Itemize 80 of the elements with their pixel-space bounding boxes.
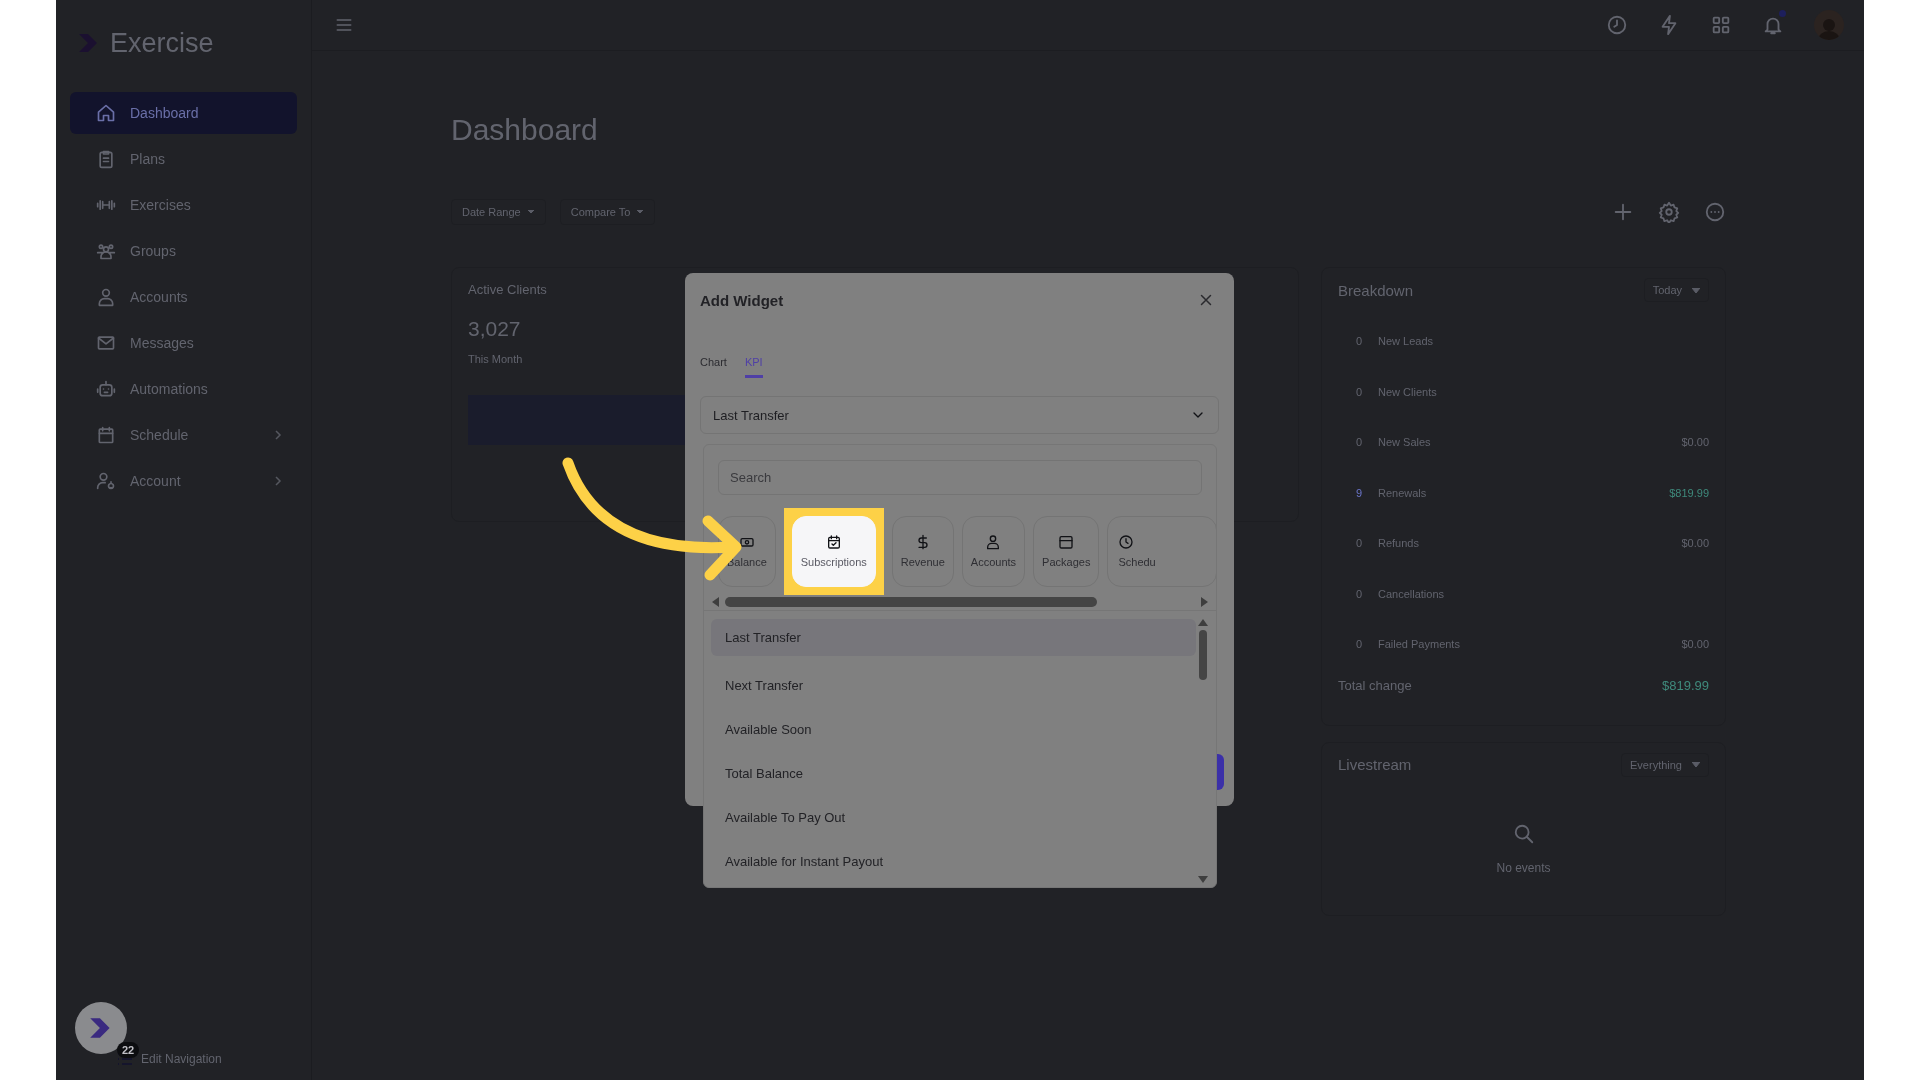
people-icon bbox=[96, 241, 116, 261]
row-count: 0 bbox=[1355, 385, 1364, 398]
empty-message: No events bbox=[1496, 860, 1551, 875]
sidebar-item[interactable]: Schedule bbox=[70, 414, 297, 456]
home-icon bbox=[96, 103, 116, 123]
row-count: 0 bbox=[1355, 638, 1364, 651]
dialog-title: Add Widget bbox=[700, 291, 784, 309]
box-icon bbox=[1058, 534, 1075, 551]
row-label: New Clients bbox=[1378, 385, 1438, 398]
row-count: 0 bbox=[1355, 537, 1364, 550]
sidebar-item[interactable]: Exercises bbox=[70, 184, 297, 226]
grid-icon[interactable] bbox=[1710, 14, 1732, 36]
row-count: 0 bbox=[1355, 587, 1364, 600]
tab[interactable]: Chart bbox=[700, 355, 727, 378]
row-value: $0.00 bbox=[1681, 436, 1709, 449]
category-tile[interactable]: Packages bbox=[1033, 515, 1100, 587]
total-value: $819.99 bbox=[1662, 677, 1709, 693]
person-icon bbox=[96, 287, 116, 307]
row-label: New Leads bbox=[1378, 335, 1435, 348]
row-label: Failed Payments bbox=[1378, 638, 1461, 651]
period-label: This Month bbox=[468, 353, 523, 365]
row-label: Cancellations bbox=[1378, 587, 1446, 600]
kpi-value: 3,027 bbox=[468, 317, 521, 341]
more-icon[interactable] bbox=[1704, 201, 1726, 223]
search-icon bbox=[1512, 822, 1535, 845]
clock-icon[interactable] bbox=[1606, 14, 1628, 36]
search-field[interactable]: Search bbox=[718, 460, 1202, 496]
sidebar-item[interactable]: Groups bbox=[70, 230, 297, 272]
caret-icon bbox=[526, 209, 535, 215]
row-value: $0.00 bbox=[1681, 638, 1709, 651]
row-label: Refunds bbox=[1378, 537, 1420, 550]
dropdown-option[interactable]: Last Transfer bbox=[711, 619, 1196, 656]
sidebar-item[interactable]: Automations bbox=[70, 368, 297, 410]
sidebar-item[interactable]: Dashboard bbox=[70, 92, 297, 134]
category-tile[interactable]: Accounts bbox=[961, 515, 1026, 587]
clock-icon bbox=[1118, 534, 1135, 551]
person-gear-icon bbox=[96, 471, 116, 491]
dropdown-option[interactable]: Available for Instant Payout bbox=[711, 839, 1196, 883]
panel-title: Breakdown bbox=[1338, 281, 1414, 299]
filter-dropdown[interactable]: Everything bbox=[1621, 752, 1709, 777]
envelope-icon bbox=[96, 333, 116, 353]
caret-icon bbox=[1692, 287, 1700, 293]
dropdown-option[interactable]: Next Transfer bbox=[711, 663, 1196, 707]
row-label: Renewals bbox=[1378, 486, 1428, 499]
filter-dropdown[interactable]: Date Range bbox=[451, 199, 546, 225]
row-count: 0 bbox=[1355, 335, 1364, 348]
range-dropdown[interactable]: Today bbox=[1643, 278, 1709, 302]
category-tile[interactable]: Subscriptions bbox=[791, 515, 876, 587]
plus-icon[interactable] bbox=[1612, 201, 1634, 223]
robot-icon bbox=[96, 379, 116, 399]
panel-title: Livestream bbox=[1338, 756, 1412, 773]
category-tile[interactable]: Revenue bbox=[891, 515, 954, 587]
calendar-check-icon bbox=[825, 534, 842, 551]
vertical-scrollbar[interactable] bbox=[1196, 619, 1210, 883]
row-value: $0.00 bbox=[1681, 537, 1709, 550]
filter-dropdown[interactable]: Compare To bbox=[559, 199, 656, 225]
count-badge: 22 bbox=[117, 1042, 140, 1058]
tab[interactable]: KPI bbox=[744, 355, 763, 378]
settings-icon[interactable] bbox=[1658, 201, 1680, 223]
dropdown-option[interactable]: Available To Pay Out bbox=[711, 795, 1196, 839]
sidebar-item[interactable]: Messages bbox=[70, 322, 297, 364]
caret-icon bbox=[636, 209, 645, 215]
calendar-icon bbox=[96, 425, 116, 445]
sidebar-item[interactable]: Plans bbox=[70, 138, 297, 180]
caret-icon bbox=[1692, 762, 1700, 767]
row-count: 9 bbox=[1355, 486, 1364, 499]
metric-select[interactable]: Last Transfer bbox=[700, 396, 1219, 434]
row-count: 0 bbox=[1355, 436, 1364, 449]
page-title: Dashboard bbox=[451, 113, 599, 147]
sidebar-item[interactable]: Accounts bbox=[70, 276, 297, 318]
row-label: New Sales bbox=[1378, 436, 1432, 449]
clipboard-icon bbox=[96, 149, 116, 169]
dropdown-option[interactable]: Available Soon bbox=[711, 707, 1196, 751]
dropdown-option[interactable]: Total Balance bbox=[711, 751, 1196, 795]
card-title: Active Clients bbox=[468, 282, 547, 297]
row-value: $819.99 bbox=[1669, 486, 1709, 499]
sidebar-item[interactable]: Account bbox=[70, 460, 297, 502]
app-name: Exercise bbox=[110, 27, 214, 59]
person-icon bbox=[985, 534, 1002, 551]
total-label: Total change bbox=[1338, 677, 1412, 693]
